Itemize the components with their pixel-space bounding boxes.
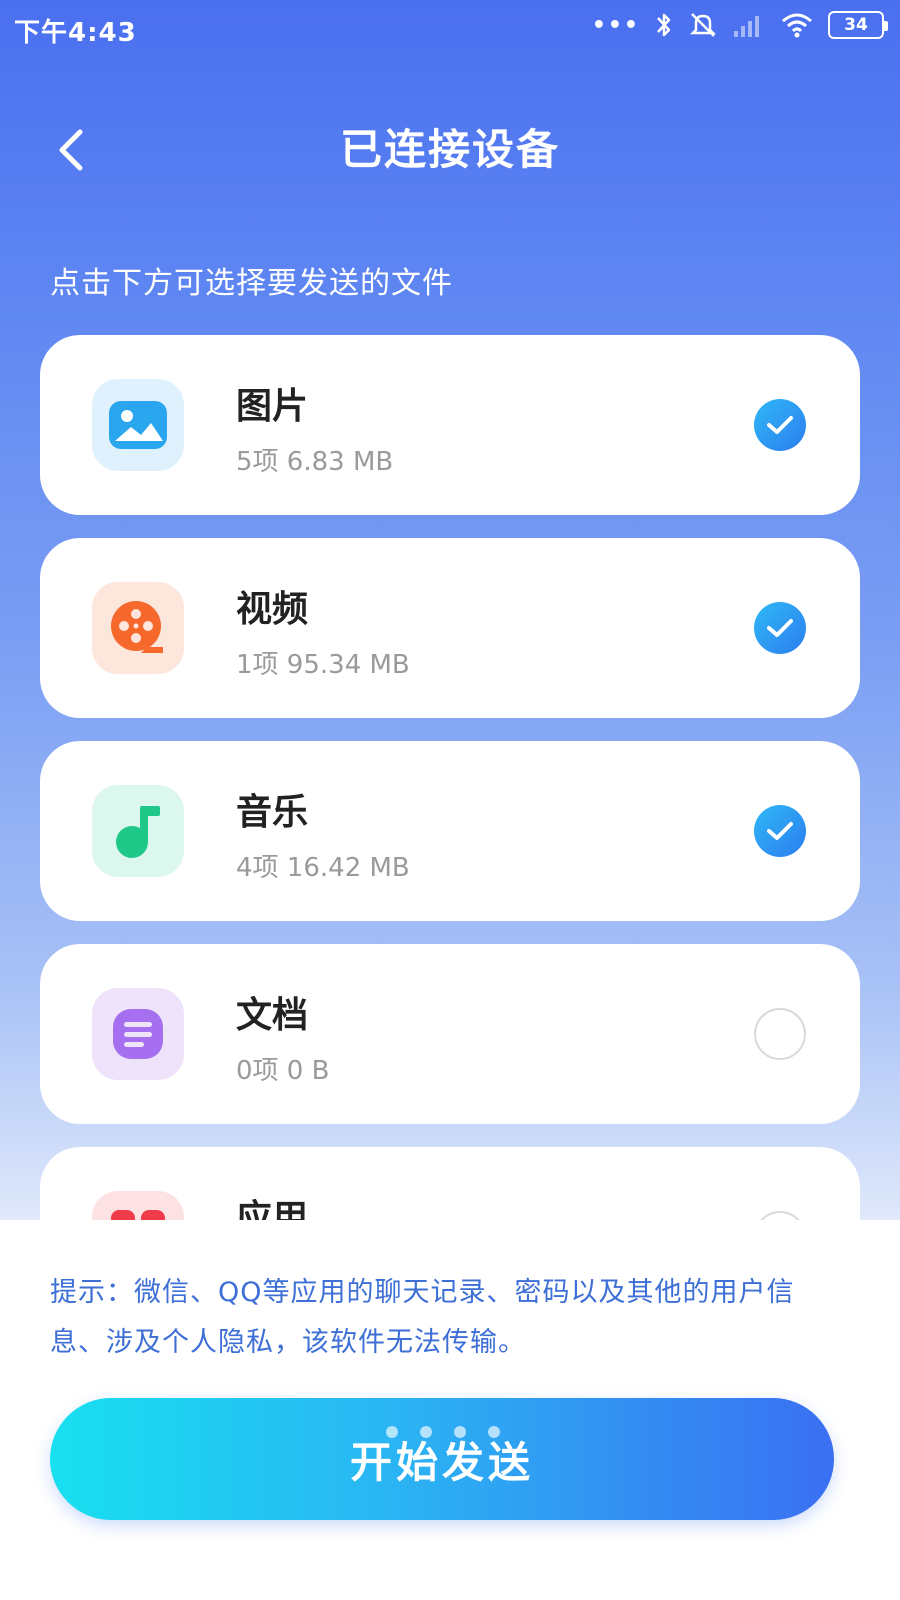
category-card-images[interactable]: 图片 5项 6.83 MB [40,335,860,515]
checkmark-icon [767,619,793,637]
page-dot [488,1426,500,1438]
privacy-tip: 提示：微信、QQ等应用的聊天记录、密码以及其他的用户信息、涉及个人隐私，该软件无… [50,1277,795,1358]
wifi-icon [782,13,812,38]
battery-indicator: 34 [828,11,888,39]
page-title: 已连接设备 [339,125,560,174]
category-name: 音乐 [236,792,309,833]
category-name: 应用 [236,1198,309,1220]
page-indicator [386,1426,500,1438]
app-icon [111,1210,165,1220]
chevron-left-icon [59,129,83,171]
category-icon-tile [92,988,184,1080]
category-card-apps[interactable]: 应用 [40,1147,860,1220]
category-icon-tile [92,1191,184,1220]
select-checkbox[interactable] [754,399,806,451]
category-list[interactable]: 图片 5项 6.83 MB 视频 1项 95.34 MB 音乐 4项 16.42… [0,335,900,1220]
status-time: 下午4:43 [14,18,137,48]
bottom-panel: 提示：微信、QQ等应用的聊天记录、密码以及其他的用户信息、涉及个人隐私，该软件无… [0,1220,900,1600]
select-checkbox[interactable] [754,805,806,857]
category-name: 文档 [236,995,309,1036]
music-note-icon [116,806,160,858]
instruction-text: 点击下方可选择要发送的文件 [50,266,453,301]
category-meta: 5项 6.83 MB [236,447,394,477]
category-icon-tile [92,785,184,877]
image-icon [109,401,167,449]
status-bar: 下午4:43 ••• 34 [0,0,900,56]
category-card-music[interactable]: 音乐 4项 16.42 MB [40,741,860,921]
category-icon-tile [92,582,184,674]
page-dot [386,1426,398,1438]
bluetooth-icon [657,13,671,37]
category-meta: 0项 0 B [236,1056,330,1086]
header: 已连接设备 [0,100,900,200]
select-checkbox[interactable] [754,602,806,654]
category-icon-tile [92,379,184,471]
category-meta: 4项 16.42 MB [236,853,410,883]
back-button[interactable] [46,120,106,180]
select-checkbox[interactable] [754,1211,806,1220]
checkmark-icon [767,416,793,434]
signal-icon [734,16,759,37]
checkmark-icon [767,822,793,840]
film-reel-icon [111,601,163,653]
category-name: 视频 [236,589,309,630]
start-send-button[interactable]: 开始发送 [50,1398,834,1520]
category-name: 图片 [236,386,309,427]
category-card-videos[interactable]: 视频 1项 95.34 MB [40,538,860,718]
status-icons: ••• 34 [591,10,888,40]
page-dot [420,1426,432,1438]
category-card-documents[interactable]: 文档 0项 0 B [40,944,860,1124]
category-meta: 1项 95.34 MB [236,650,410,680]
page-dot [454,1426,466,1438]
mute-bell-icon [689,13,717,37]
document-icon [113,1009,163,1059]
more-dots-icon: ••• [591,12,640,38]
select-checkbox[interactable] [754,1008,806,1060]
